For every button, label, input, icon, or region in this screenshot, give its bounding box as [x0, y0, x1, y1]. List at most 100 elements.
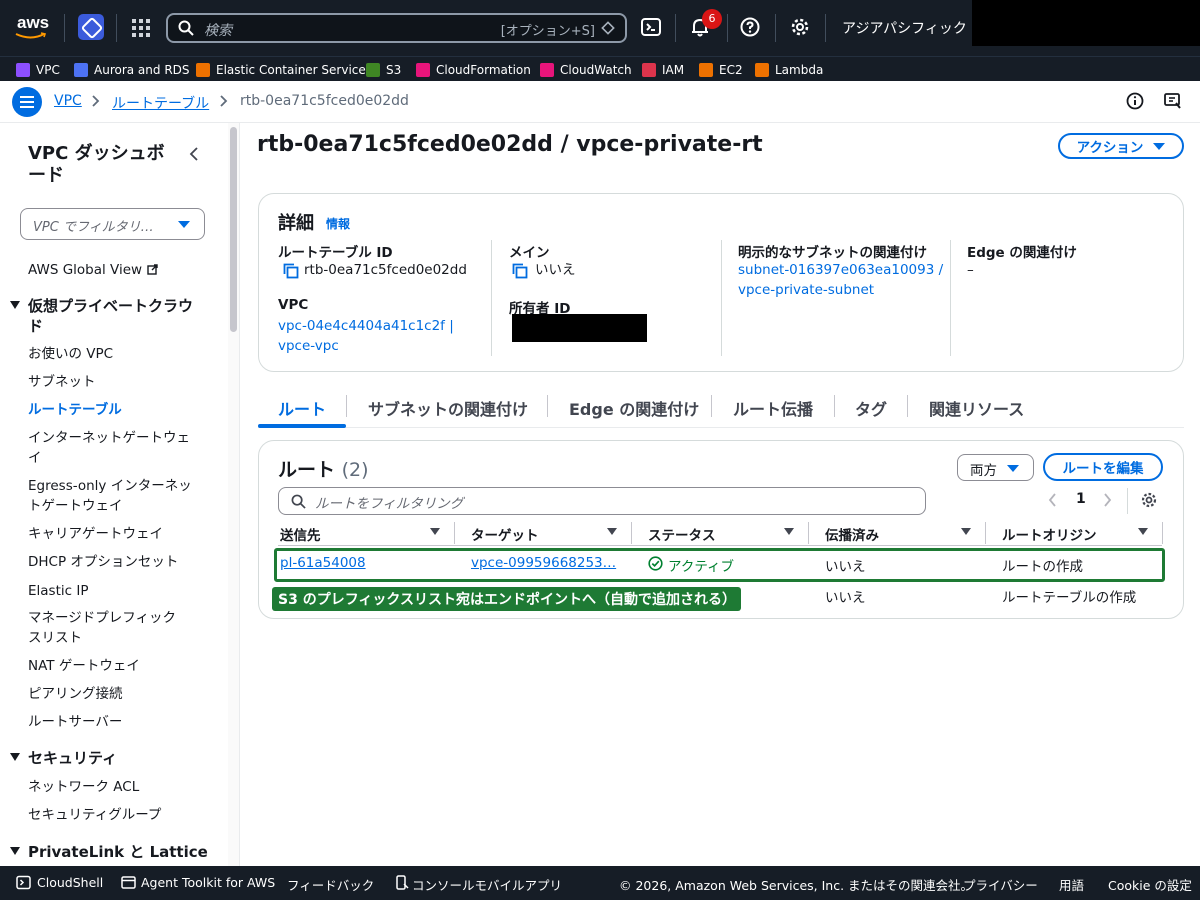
sidebar-item-security-groups[interactable]: セキュリティグループ: [28, 805, 203, 825]
subnet-association-link-name[interactable]: vpce-private-subnet: [738, 280, 874, 300]
sidebar-item-elastic-ips[interactable]: Elastic IP: [28, 581, 203, 601]
feedback-icon[interactable]: [1163, 91, 1183, 111]
route-scope-select[interactable]: 両方: [957, 454, 1034, 481]
search-icon: [178, 20, 194, 36]
caret-down-icon: [178, 221, 190, 228]
page-number[interactable]: 1: [1076, 491, 1086, 507]
sidebar-item-global-view[interactable]: AWS Global View: [28, 260, 203, 280]
sort-icon[interactable]: [607, 528, 617, 535]
copy-icon[interactable]: [512, 263, 528, 279]
details-info-link[interactable]: 情報: [326, 215, 350, 232]
services-grid-icon[interactable]: [132, 19, 150, 37]
sidebar-item-managed-prefix-lists[interactable]: マネージドプレフィックスリスト: [28, 608, 188, 648]
favorite-iam[interactable]: IAM: [642, 61, 684, 79]
breadcrumb-route-tables[interactable]: ルートテーブル: [112, 93, 209, 113]
sidebar-item-dhcp-option-sets[interactable]: DHCP オプションセット: [28, 552, 203, 572]
sort-icon[interactable]: [784, 528, 794, 535]
sidebar-item-network-acls[interactable]: ネットワーク ACL: [28, 777, 203, 797]
sidebar-item-peering-connections[interactable]: ピアリング接続: [28, 684, 203, 704]
favorite-ec2[interactable]: EC2: [699, 61, 743, 79]
actions-button[interactable]: アクション: [1058, 133, 1184, 159]
amazon-q-icon[interactable]: [78, 14, 104, 40]
favorite-lambda[interactable]: Lambda: [755, 61, 823, 79]
sidebar-section-privatelink[interactable]: PrivateLink と Lattice: [10, 842, 210, 862]
footer-cloudshell[interactable]: CloudShell: [37, 875, 103, 890]
tab-divider: [346, 395, 347, 417]
sidebar-item-subnets[interactable]: サブネット: [28, 372, 203, 392]
sidebar-item-route-servers[interactable]: ルートサーバー: [28, 712, 203, 732]
chevron-left-icon[interactable]: [188, 147, 200, 161]
breadcrumb-vpc[interactable]: VPC: [54, 93, 82, 109]
chevron-right-icon[interactable]: [1103, 493, 1112, 507]
subnet-association-link[interactable]: subnet-016397e063ea10093 /: [738, 260, 943, 280]
sidebar-item-your-vpcs[interactable]: お使いの VPC: [28, 344, 203, 364]
chevron-left-icon[interactable]: [1048, 493, 1057, 507]
column-divider[interactable]: [985, 522, 986, 544]
vpc-link-name[interactable]: vpce-vpc: [278, 336, 339, 356]
sort-icon[interactable]: [430, 528, 440, 535]
favorite-s3[interactable]: S3: [366, 61, 401, 79]
tab-tags[interactable]: タグ: [855, 396, 887, 420]
info-icon[interactable]: [1125, 91, 1145, 111]
column-header-status[interactable]: ステータス: [648, 524, 716, 544]
column-divider[interactable]: [631, 522, 632, 544]
footer-mobile-app[interactable]: コンソールモバイルアプリ: [412, 875, 562, 894]
main-label: メイン: [509, 245, 550, 261]
favorite-cloudformation[interactable]: CloudFormation: [416, 61, 531, 79]
route-table-id-label: ルートテーブル ID: [278, 245, 393, 261]
vpc-filter-select[interactable]: VPC でフィルタリ…: [20, 208, 205, 240]
column-divider: [491, 240, 492, 356]
sidebar-section-security[interactable]: セキュリティ: [10, 748, 210, 768]
favorite-ecs[interactable]: Elastic Container Service: [196, 61, 366, 79]
favorite-aurora-rds[interactable]: Aurora and RDS: [74, 61, 190, 79]
gear-icon[interactable]: [789, 16, 811, 38]
footer-terms[interactable]: 用語: [1059, 875, 1084, 894]
cloudformation-service-icon: [416, 63, 430, 77]
column-header-destination[interactable]: 送信先: [280, 524, 321, 544]
tab-related-resources[interactable]: 関連リソース: [929, 396, 1024, 420]
edit-routes-button[interactable]: ルートを編集: [1043, 453, 1163, 481]
sidebar-item-egress-only-igw[interactable]: Egress-only インターネットゲートウェイ: [28, 476, 196, 516]
sidebar-item-carrier-gateways[interactable]: キャリアゲートウェイ: [28, 524, 203, 544]
gear-icon[interactable]: [1140, 491, 1158, 509]
mobile-app-icon: [396, 875, 409, 890]
aws-logo[interactable]: aws: [12, 12, 52, 40]
vpc-link[interactable]: vpc-04e4c4404a41c1c2f |: [278, 316, 454, 336]
tab-edge-associations[interactable]: Edge の関連付け: [569, 396, 699, 420]
column-header-propagated[interactable]: 伝播済み: [825, 524, 879, 544]
search-placeholder: 検索: [204, 23, 232, 39]
sort-icon[interactable]: [961, 528, 971, 535]
column-divider[interactable]: [454, 522, 455, 544]
sidebar-section-vpc[interactable]: 仮想プライベートクラウド: [10, 296, 210, 336]
help-icon[interactable]: [739, 16, 761, 38]
vpc-label: VPC: [278, 297, 309, 313]
cloudshell-icon[interactable]: [640, 16, 662, 38]
global-search-input[interactable]: 検索 [オプション+S]: [166, 13, 627, 43]
footer-agent-toolkit[interactable]: Agent Toolkit for AWS: [141, 875, 275, 890]
copy-icon[interactable]: [283, 263, 299, 279]
page-title: rtb-0ea71c5fced0e02dd / vpce-private-rt: [257, 132, 763, 157]
sidebar-scrollbar-thumb[interactable]: [230, 127, 237, 332]
favorite-cloudwatch[interactable]: CloudWatch: [540, 61, 632, 79]
footer-privacy[interactable]: プライバシー: [963, 875, 1038, 894]
footer-feedback[interactable]: フィードバック: [287, 875, 374, 894]
column-divider: [1162, 522, 1163, 544]
tab-route-propagation[interactable]: ルート伝播: [733, 396, 813, 420]
tab-subnet-associations[interactable]: サブネットの関連付け: [368, 396, 528, 420]
sidebar-item-route-tables[interactable]: ルートテーブル: [28, 400, 203, 420]
footer-cookie-settings[interactable]: Cookie の設定: [1108, 875, 1192, 894]
favorite-vpc[interactable]: VPC: [16, 61, 60, 79]
tab-routes[interactable]: ルート: [278, 396, 326, 420]
sidebar-item-nat-gateways[interactable]: NAT ゲートウェイ: [28, 656, 203, 676]
sidebar-item-internet-gateways[interactable]: インターネットゲートウェイ: [28, 428, 193, 468]
hamburger-menu-button[interactable]: [12, 87, 42, 117]
column-divider[interactable]: [808, 522, 809, 544]
side-navigation: VPC ダッシュボード VPC でフィルタリ… AWS Global View …: [0, 123, 228, 866]
column-header-route-origin[interactable]: ルートオリジン: [1002, 524, 1097, 544]
footer-copyright: © 2026, Amazon Web Services, Inc. またはその関…: [619, 878, 974, 893]
sidebar-title[interactable]: VPC ダッシュボード: [28, 143, 178, 187]
redacted-owner-id: [512, 314, 647, 342]
sort-icon[interactable]: [1138, 528, 1148, 535]
column-header-target[interactable]: ターゲット: [471, 524, 539, 544]
route-filter-input[interactable]: ルートをフィルタリング: [278, 487, 926, 515]
